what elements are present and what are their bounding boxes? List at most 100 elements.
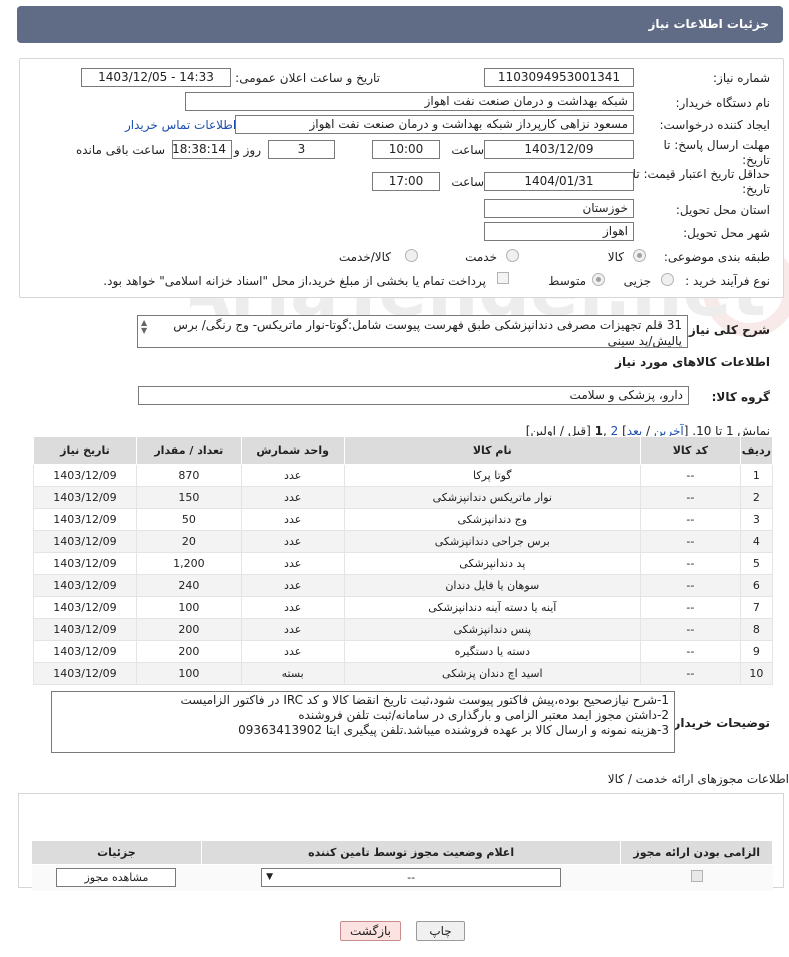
item-code-cell: -- xyxy=(639,530,741,553)
buyer-contact-link[interactable]: اطلاعات تماس خریدار xyxy=(125,118,236,132)
goods-group-field: دارو، پزشکی و سلامت xyxy=(138,386,689,405)
item-code-cell: -- xyxy=(639,574,741,597)
category-radio-service[interactable] xyxy=(506,249,519,262)
col-qty: تعداد / مقدار xyxy=(135,436,242,465)
category-radio-goods[interactable] xyxy=(633,249,646,262)
item-name-cell: اسید اچ دندان پزشکی xyxy=(343,662,641,685)
buyer-notes-line-3: 3-هزینه نمونه و ارسال کالا بر عهده فروشن… xyxy=(238,723,669,737)
table-row: 7 -- آینه یا دسته آینه دندانپزشکی عدد 100 140… xyxy=(33,596,774,619)
col-name: نام کالا xyxy=(343,436,641,465)
permit-required-cell xyxy=(620,864,773,891)
item-date-cell: 1403/12/09 xyxy=(33,464,137,487)
row-number-cell: 3 xyxy=(739,508,774,531)
announce-field: 1403/12/05 - 14:33 xyxy=(81,68,231,87)
table-row: 9 -- دسته یا دستگیره عدد 200 1403/12/09 xyxy=(33,640,774,663)
table-row: 2 -- نوار ماتریکس دندانپزشکی عدد 150 1403/12/… xyxy=(33,486,774,509)
days-field: 3 xyxy=(268,140,335,159)
summary-text: 31 قلم تجهیزات مصرفی دندانپزشکی طبق فهرس… xyxy=(173,318,682,348)
city-label: شهر محل تحویل: xyxy=(683,226,770,240)
category-label: طبقه بندی موضوعی: xyxy=(663,250,770,264)
item-date-cell: 1403/12/09 xyxy=(33,618,137,641)
item-code-cell: -- xyxy=(639,662,741,685)
item-unit-cell: عدد xyxy=(240,552,345,575)
city-field: اهواز xyxy=(484,222,634,241)
row-number-cell: 1 xyxy=(739,464,774,487)
item-date-cell: 1403/12/09 xyxy=(33,552,137,575)
process-radio-medium[interactable] xyxy=(592,273,605,286)
summary-textarea[interactable]: 31 قلم تجهیزات مصرفی دندانپزشکی طبق فهرس… xyxy=(137,315,688,348)
item-code-cell: -- xyxy=(639,464,741,487)
category-radio-goods-service[interactable] xyxy=(405,249,418,262)
item-name-cell: آینه یا دسته آینه دندانپزشکی xyxy=(343,596,641,619)
col-permit-details: جزئیات xyxy=(31,840,202,865)
item-unit-cell: عدد xyxy=(240,530,345,553)
col-unit: واحد شمارش xyxy=(240,436,345,465)
permit-status-cell: -- ▼ xyxy=(201,864,621,891)
row-number-cell: 8 xyxy=(739,618,774,641)
permit-status-select[interactable]: -- ▼ xyxy=(261,868,562,888)
need-number-field: 1103094953001341 xyxy=(484,68,634,87)
process-minor-label: جزیی xyxy=(623,274,651,288)
remaining-time-field: 18:38:14 xyxy=(172,140,232,159)
goods-group-label: گروه کالا: xyxy=(711,390,770,404)
permits-row: -- ▼ مشاهده مجوز xyxy=(31,864,773,891)
category-goods-label: کالا xyxy=(607,250,624,264)
validity-label: حداقل تاریخ اعتبار قیمت: تا تاریخ: xyxy=(632,167,770,196)
item-name-cell: وج دندانپزشکی xyxy=(343,508,641,531)
creator-label: ایجاد کننده درخواست: xyxy=(659,118,770,132)
item-qty-cell: 200 xyxy=(135,618,242,641)
chevron-down-icon: ▼ xyxy=(266,872,274,883)
item-unit-cell: عدد xyxy=(240,640,345,663)
item-unit-cell: بسته xyxy=(240,662,345,685)
row-number-cell: 6 xyxy=(739,574,774,597)
treasury-payment-checkbox[interactable] xyxy=(497,272,509,284)
goods-table: ردیف کد کالا نام کالا واحد شمارش تعداد /… xyxy=(33,436,774,685)
item-date-cell: 1403/12/09 xyxy=(33,508,137,531)
item-code-cell: -- xyxy=(639,486,741,509)
buyer-notes-line-1: 1-شرح نیازصحیح بوده،پیش فاکتور پیوست شود… xyxy=(180,693,669,707)
process-radio-minor[interactable] xyxy=(661,273,674,286)
item-qty-cell: 240 xyxy=(135,574,242,597)
table-row: 5 -- پد دندانپزشکی عدد 1,200 1403/12/09 xyxy=(33,552,774,575)
item-code-cell: -- xyxy=(639,552,741,575)
item-qty-cell: 20 xyxy=(135,530,242,553)
item-qty-cell: 50 xyxy=(135,508,242,531)
creator-field: مسعود نزاهی کارپرداز شبکه بهداشت و درمان… xyxy=(235,115,634,134)
item-date-cell: 1403/12/09 xyxy=(33,596,137,619)
row-number-cell: 5 xyxy=(739,552,774,575)
permit-status-value: -- xyxy=(407,871,416,885)
item-unit-cell: عدد xyxy=(240,508,345,531)
scroll-down-icon[interactable]: ▼ xyxy=(141,326,147,335)
back-button[interactable]: بازگشت xyxy=(340,921,401,941)
item-qty-cell: 100 xyxy=(135,662,242,685)
item-code-cell: -- xyxy=(639,596,741,619)
item-unit-cell: عدد xyxy=(240,464,345,487)
table-row: 3 -- وج دندانپزشکی عدد 50 1403/12/09 xyxy=(33,508,774,531)
col-row: ردیف xyxy=(739,436,774,465)
treasury-payment-note: پرداخت تمام یا بخشی از مبلغ خرید،از محل … xyxy=(103,274,486,288)
item-name-cell: سوهان یا فایل دندان xyxy=(343,574,641,597)
buyer-org-field: شبکه بهداشت و درمان صنعت نفت اهواز xyxy=(185,92,634,111)
col-permit-required: الزامی بودن ارائه مجوز xyxy=(620,840,773,865)
deadline-time-label: ساعت xyxy=(451,143,484,157)
row-number-cell: 10 xyxy=(739,662,774,685)
item-qty-cell: 1,200 xyxy=(135,552,242,575)
item-name-cell: نوار ماتریکس دندانپزشکی xyxy=(343,486,641,509)
table-row: 10 -- اسید اچ دندان پزشکی بسته 100 1403/12/09 xyxy=(33,662,774,685)
item-name-cell: برس جراحی دندانپزشکی xyxy=(343,530,641,553)
print-button[interactable]: چاپ xyxy=(416,921,465,941)
col-date: تاریخ نیاز xyxy=(33,436,137,465)
deadline-label: مهلت ارسال پاسخ: تا تاریخ: xyxy=(663,138,770,167)
validity-date-field: 1404/01/31 xyxy=(484,172,634,191)
item-qty-cell: 150 xyxy=(135,486,242,509)
buyer-notes-textarea[interactable]: 1-شرح نیازصحیح بوده،پیش فاکتور پیوست شود… xyxy=(51,691,675,753)
col-code: کد کالا xyxy=(639,436,741,465)
validity-time-label: ساعت xyxy=(451,175,484,189)
buyer-notes-line-2: 2-داشتن مجوز ایمد معتبر الزامی و بارگذار… xyxy=(298,708,669,722)
view-permit-button[interactable]: مشاهده مجوز xyxy=(56,868,177,888)
permits-table: الزامی بودن ارائه مجوز اعلام وضعیت مجوز … xyxy=(31,840,773,891)
remaining-label: ساعت باقی مانده xyxy=(75,143,165,157)
goods-section-title: اطلاعات کالاهای مورد نیاز xyxy=(615,355,770,369)
summary-label: شرح کلی نیاز: xyxy=(684,323,770,337)
need-number-label: شماره نیاز: xyxy=(713,71,770,85)
